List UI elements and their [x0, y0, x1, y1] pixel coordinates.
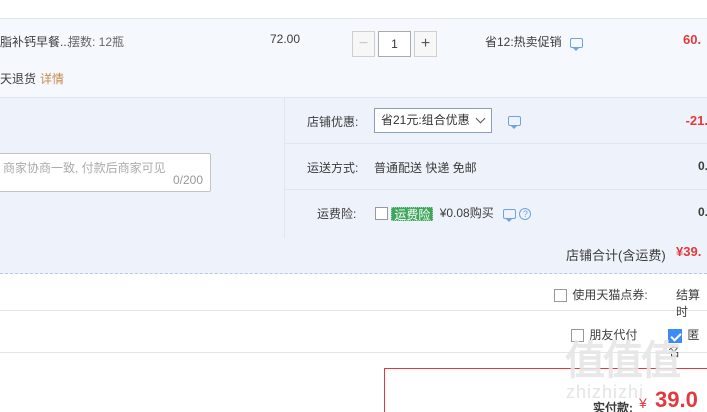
return-policy: 天退货 详情: [0, 70, 64, 87]
chat-icon[interactable]: [508, 116, 521, 129]
insurance-value: 0.: [697, 205, 707, 219]
unit-price: 72.00: [270, 32, 301, 46]
product-spec: 摆数: 12瓶: [68, 35, 125, 49]
insurance-label: 运费险:: [317, 207, 357, 221]
insurance-checkbox[interactable]: [375, 207, 388, 221]
tmall-coupon-label: 使用天猫点券:: [572, 288, 648, 302]
coupon-selected: 省21元:组合优惠: [381, 113, 470, 127]
product-row: 脂补钙早餐... 摆数: 12瓶 72.00 − 1 + 省12:热卖促销 60…: [0, 18, 707, 97]
shipping-label: 运送方式:: [307, 161, 359, 175]
line-total: 60.: [683, 32, 702, 47]
shipping-row: 运送方式: 普通配送 快递 免邮 0.: [285, 144, 707, 190]
shop-options: 店铺优惠: 省21元:组合优惠 -21. 运送方式: 普通配送 快递 免邮 0.…: [284, 98, 707, 238]
return-policy-text: 天退货: [0, 72, 37, 86]
settle-text: 结算时: [676, 288, 701, 319]
message-placeholder: 商家协商一致, 付款后商家可见: [3, 161, 166, 175]
coupon-select[interactable]: 省21元:组合优惠: [374, 108, 492, 133]
insurance-badge: 运费险: [391, 206, 434, 222]
shipping-value: 0.: [697, 159, 707, 173]
chat-icon[interactable]: [570, 37, 584, 51]
shipping-method: 普通配送 快递 免邮: [374, 161, 477, 175]
shop-total-label: 店铺合计(含运费): [566, 248, 666, 263]
quantity-stepper: − 1 +: [352, 31, 437, 57]
watermark-text: zhizhizhi: [566, 382, 645, 402]
insurance-control: 运费险 ¥0.08购买 ?: [375, 204, 532, 222]
plus-icon[interactable]: +: [414, 31, 437, 57]
minus-icon[interactable]: −: [352, 31, 375, 57]
tmall-coupon-checkbox[interactable]: [554, 289, 567, 303]
details-link[interactable]: 详情: [40, 72, 64, 86]
pay-amount: 39.0: [655, 387, 698, 412]
message-counter: 0/200: [172, 173, 203, 187]
shop-total: ¥39.: [676, 244, 702, 259]
insurance-row: 运费险: 运费险 ¥0.08购买 ? 0.: [285, 190, 707, 236]
insurance-price: ¥0.08购买: [439, 206, 494, 220]
discount-value: -21.: [685, 113, 707, 128]
divider: [0, 310, 707, 311]
discount-label: 店铺优惠:: [307, 115, 359, 129]
product-name[interactable]: 脂补钙早餐...: [0, 33, 70, 50]
discount-row: 店铺优惠: 省21元:组合优惠 -21.: [285, 98, 707, 144]
shop-panel: 商家协商一致, 付款后商家可见 0/200 店铺优惠: 省21元:组合优惠 -2…: [0, 97, 707, 274]
chat-icon[interactable]: [503, 208, 517, 222]
help-icon[interactable]: ?: [519, 207, 532, 220]
tmall-coupon-option: 使用天猫点券:: [554, 286, 648, 303]
chevron-down-icon: [475, 113, 486, 124]
watermark-logo: 值值值: [565, 339, 681, 383]
promo-text: 省12:热卖促销: [485, 35, 562, 49]
quantity-input[interactable]: 1: [378, 31, 411, 57]
message-field[interactable]: 商家协商一致, 付款后商家可见 0/200: [0, 153, 211, 192]
promo-info: 省12:热卖促销: [485, 33, 584, 51]
